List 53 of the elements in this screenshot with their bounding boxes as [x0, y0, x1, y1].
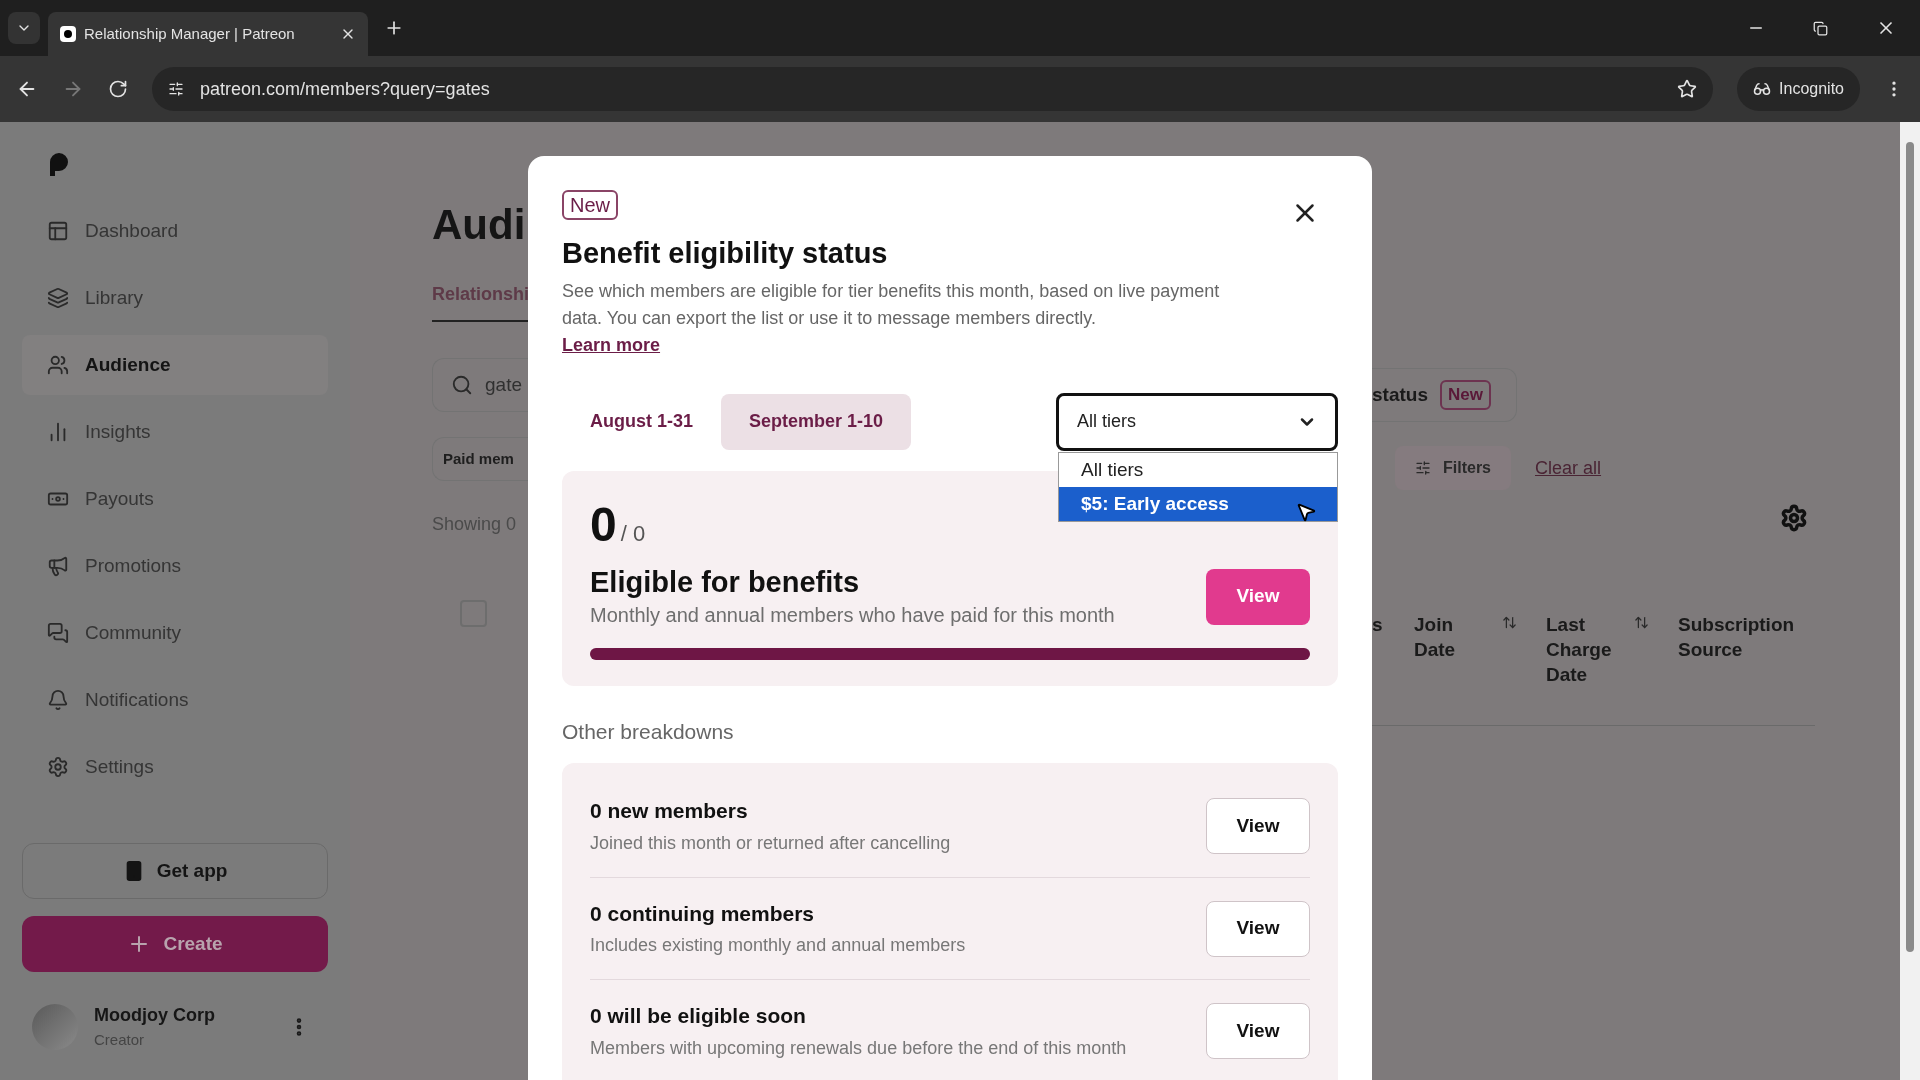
profile-role: Creator	[94, 1030, 146, 1050]
nav-item[interactable]: Payouts	[22, 469, 328, 529]
nav-item[interactable]: Notifications	[22, 670, 328, 730]
nav-item[interactable]: Audience	[22, 335, 328, 395]
filters-button[interactable]: Filters	[1395, 446, 1511, 490]
column-header: s	[1372, 613, 1383, 637]
nav-item[interactable]: Dashboard	[22, 201, 328, 261]
tier-option[interactable]: $5: Early access	[1059, 487, 1337, 521]
column-header: Subscription Source	[1678, 613, 1796, 662]
tab-title: Relationship Manager | Patreon	[84, 23, 296, 44]
period-tab[interactable]: August 1-31	[562, 393, 722, 450]
view-button[interactable]: View	[1206, 798, 1310, 854]
breakdown-title: 0 new members	[590, 798, 749, 825]
eligible-total: / 0	[620, 519, 646, 548]
learn-more-link[interactable]: Learn more	[562, 331, 661, 359]
period-tab[interactable]: September 1-10	[721, 393, 912, 450]
breakdown-title: 0 will be eligible soon	[590, 1003, 807, 1030]
status-filter[interactable]: status New	[1372, 368, 1517, 422]
clear-all-link[interactable]: Clear all	[1535, 454, 1602, 482]
status-label: status	[1372, 382, 1428, 407]
nav-item[interactable]: Settings	[22, 737, 328, 797]
url-text: patreon.com/members?query=gates	[200, 77, 491, 101]
get-app-button[interactable]: Get app	[22, 843, 328, 899]
view-button[interactable]: View	[1206, 900, 1310, 957]
page-heading: Audi	[432, 204, 527, 246]
search-value: gate	[485, 372, 522, 397]
incognito-badge[interactable]: Incognito	[1737, 67, 1860, 111]
column-header: Join Date	[1414, 613, 1457, 662]
column-header: Last Charge Date	[1546, 613, 1613, 687]
new-badge: New	[1439, 380, 1491, 410]
profile-name: Moodjoy Corp	[94, 1004, 216, 1027]
section-heading: Other breakdowns	[562, 718, 735, 745]
nav-item[interactable]: Library	[22, 268, 328, 328]
nav-item[interactable]: Insights	[22, 402, 328, 462]
breakdown-subtitle: Includes existing monthly and annual members	[590, 934, 966, 958]
view-button[interactable]: View	[1206, 1003, 1310, 1059]
eligible-count: 0	[590, 500, 617, 549]
browser-tab[interactable]: Relationship Manager | Patreon	[48, 12, 368, 56]
nav-item[interactable]: Promotions	[22, 536, 328, 596]
breakdown-subtitle: Joined this month or returned after cancelling	[590, 831, 951, 855]
breakdown-title: 0 continuing members	[590, 900, 816, 927]
breakdown-subtitle: Members with upcoming renewals due before the end of this month	[590, 1036, 1127, 1060]
modal-title: Benefit eligibility status	[562, 236, 889, 271]
nav-item[interactable]: Community	[22, 603, 328, 663]
card-title: Eligible for benefits	[590, 564, 861, 600]
address-bar[interactable]: patreon.com/members?query=gates	[152, 67, 1714, 111]
new-badge: New	[562, 190, 618, 220]
tier-select[interactable]: All tiers	[1056, 392, 1338, 451]
tier-option[interactable]: All tiers	[1059, 453, 1337, 487]
card-subtitle: Monthly and annual members who have paid for this month	[590, 602, 1115, 628]
create-button[interactable]: Create	[22, 916, 328, 972]
view-button[interactable]: View	[1206, 568, 1310, 625]
modal-description: See which members are eligible for tier benefits this month, based on live payment data. You can export the list or use it to message members directly.	[562, 279, 1221, 330]
